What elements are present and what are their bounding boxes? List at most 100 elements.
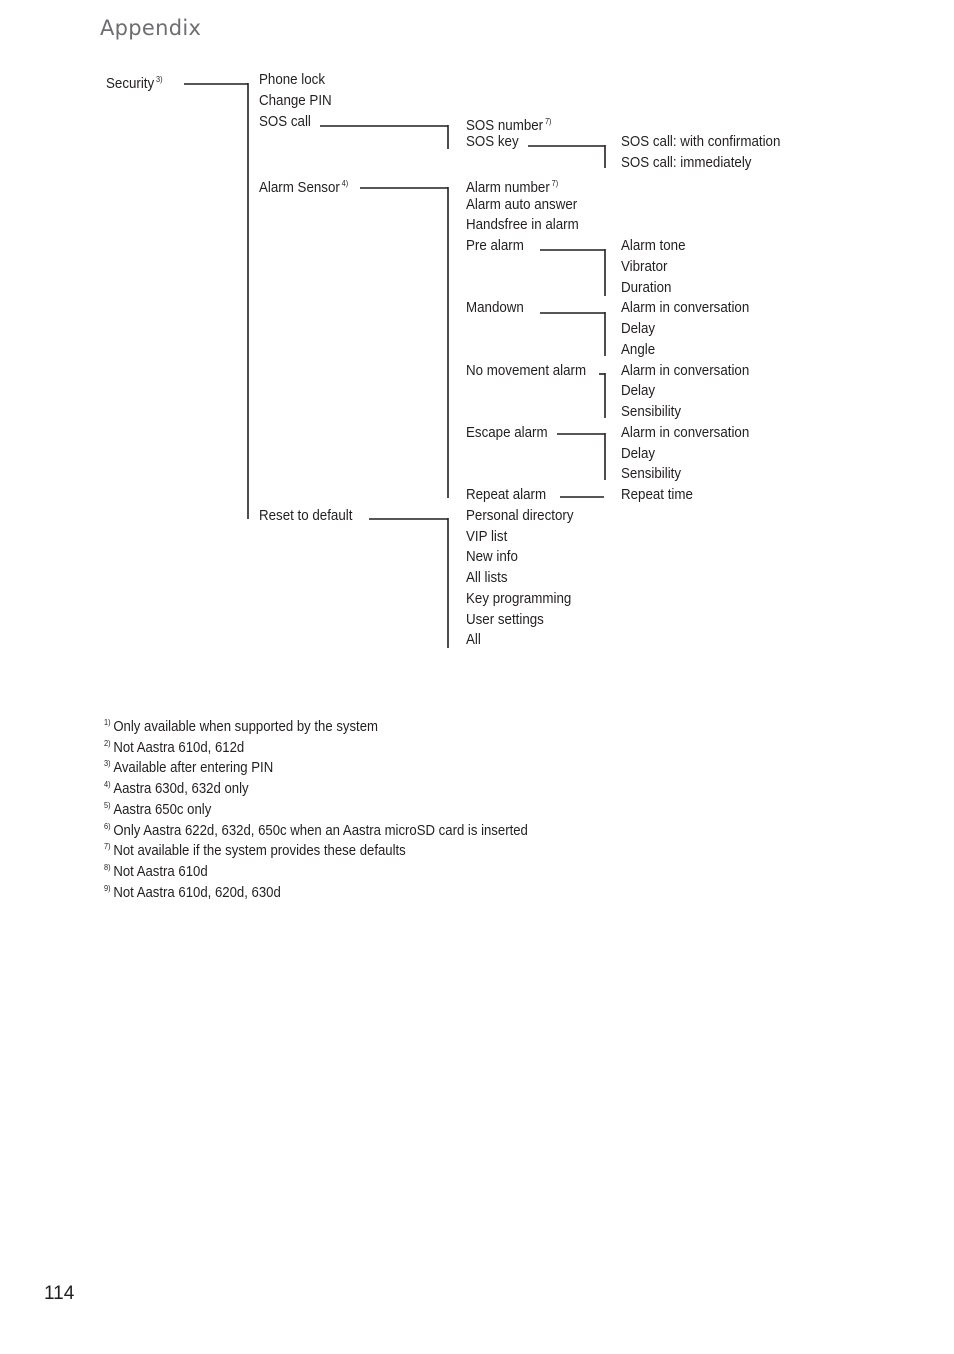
menu-item-label: Alarm tone bbox=[621, 238, 686, 254]
menu-item-level1: Alarm Sensor 4) bbox=[259, 175, 348, 197]
menu-item-label: Alarm Sensor bbox=[259, 179, 340, 196]
menu-item-label: Repeat time bbox=[621, 487, 693, 503]
menu-item-level1: Phone lock bbox=[259, 71, 325, 89]
menu-item-level1: SOS call bbox=[259, 113, 311, 131]
menu-item-reset-sub: VIP list bbox=[466, 528, 507, 546]
menu-item-pre-alarm-sub: Alarm tone bbox=[621, 237, 686, 255]
menu-item-reset-sub: New info bbox=[466, 548, 518, 566]
menu-item-sos-key-sub: SOS call: immediately bbox=[621, 154, 751, 172]
menu-item-label: Alarm in conversation bbox=[621, 300, 750, 317]
menu-item-level1: Change PIN bbox=[259, 92, 332, 110]
menu-item-label: Key programming bbox=[466, 590, 572, 607]
menu-item-label: No movement alarm bbox=[466, 362, 587, 379]
menu-item-label: New info bbox=[466, 549, 518, 566]
menu-item-security: Security 3) bbox=[106, 71, 163, 93]
menu-item-escape-sub: Delay bbox=[621, 445, 655, 463]
menu-item-mandown-sub: Delay bbox=[621, 320, 655, 338]
menu-item-escape-sub: Sensibility bbox=[621, 465, 681, 483]
menu-item-label: Personal directory bbox=[466, 507, 574, 524]
menu-item-label: Sensibility bbox=[621, 466, 682, 483]
menu-item-sos-call-sub: SOS number 7) bbox=[466, 113, 552, 135]
menu-item-label: Delay bbox=[621, 321, 656, 337]
footnote: 5) Aastra 650c only bbox=[104, 797, 211, 819]
footnote-mark: 4) bbox=[104, 780, 111, 790]
footnote-text: Not available if the system provides the… bbox=[113, 843, 406, 860]
footnote-ref: 7) bbox=[544, 116, 552, 126]
footnote-text: Only Aastra 622d, 632d, 650c when an Aas… bbox=[113, 822, 528, 839]
menu-item-label: Pre alarm bbox=[466, 238, 524, 254]
footnote-text: Available after entering PIN bbox=[113, 760, 274, 777]
page-title: Appendix bbox=[100, 16, 202, 40]
menu-item-label: SOS call: with confirmation bbox=[621, 134, 781, 151]
menu-item-alarm-sensor-sub: Alarm number 7) bbox=[466, 175, 558, 197]
menu-item-alarm-sensor-sub: Pre alarm bbox=[466, 237, 524, 255]
menu-item-label: Alarm in conversation bbox=[621, 424, 750, 441]
footnote: 3) Available after entering PIN bbox=[104, 755, 273, 777]
footnote: 6) Only Aastra 622d, 632d, 650c when an A… bbox=[104, 818, 528, 840]
menu-item-label: SOS key bbox=[466, 134, 519, 151]
menu-item-label: Reset to default bbox=[259, 507, 353, 524]
menu-item-reset-sub: Personal directory bbox=[466, 507, 574, 525]
menu-item-label: All bbox=[466, 632, 481, 649]
footnote-ref: 7) bbox=[551, 178, 559, 188]
menu-item-label: Vibrator bbox=[621, 258, 668, 275]
footnote-text: Not Aastra 610d, 620d, 630d bbox=[113, 884, 281, 901]
menu-item-sos-key-sub: SOS call: with confirmation bbox=[621, 133, 780, 151]
menu-item-label: Mandown bbox=[466, 300, 524, 317]
menu-item-label: Delay bbox=[621, 445, 656, 462]
menu-item-label: SOS number bbox=[466, 117, 544, 134]
menu-item-no-movement-sub: Alarm in conversation bbox=[621, 362, 749, 380]
footnote-mark: 2) bbox=[104, 738, 111, 748]
footnote-text: Not Aastra 610d, 612d bbox=[113, 739, 245, 756]
menu-item-reset-sub: All lists bbox=[466, 569, 508, 587]
menu-item-label: SOS call: immediately bbox=[621, 155, 752, 171]
footnote-text: Only available when supported by the sys… bbox=[113, 719, 378, 735]
footnote: 1) Only available when supported by the s… bbox=[104, 714, 378, 736]
menu-item-label: Security bbox=[106, 76, 155, 92]
menu-item-no-movement-sub: Sensibility bbox=[621, 403, 681, 421]
menu-item-alarm-sensor-sub: Mandown bbox=[466, 299, 524, 317]
menu-item-no-movement-sub: Delay bbox=[621, 382, 655, 400]
menu-item-label: Handsfree in alarm bbox=[466, 217, 579, 234]
menu-item-label: Repeat alarm bbox=[466, 487, 547, 503]
menu-item-reset-sub: User settings bbox=[466, 611, 544, 629]
footnote-text: Aastra 630d, 632d only bbox=[113, 781, 249, 798]
menu-item-label: Alarm auto answer bbox=[466, 196, 578, 213]
menu-item-label: All lists bbox=[466, 570, 508, 586]
footnote: 9) Not Aastra 610d, 620d, 630d bbox=[104, 880, 281, 902]
menu-item-pre-alarm-sub: Duration bbox=[621, 279, 671, 297]
menu-item-label: Phone lock bbox=[259, 72, 326, 88]
footnote-mark: 3) bbox=[104, 759, 111, 769]
menu-item-pre-alarm-sub: Vibrator bbox=[621, 258, 667, 276]
menu-item-label: Angle bbox=[621, 341, 656, 358]
menu-item-label: Duration bbox=[621, 279, 672, 296]
menu-item-reset-sub: All bbox=[466, 631, 481, 649]
menu-item-label: Alarm number bbox=[466, 179, 550, 196]
menu-item-alarm-sensor-sub: Alarm auto answer bbox=[466, 196, 577, 214]
menu-item-label: Change PIN bbox=[259, 92, 332, 109]
footnote-ref: 3) bbox=[156, 75, 163, 84]
footnote-mark: 1) bbox=[104, 718, 111, 727]
menu-item-alarm-sensor-sub: Handsfree in alarm bbox=[466, 216, 579, 234]
menu-item-alarm-sensor-sub: Repeat alarm bbox=[466, 486, 546, 504]
footnote-mark: 5) bbox=[104, 800, 111, 810]
menu-item-label: VIP list bbox=[466, 528, 508, 545]
menu-item-label: Delay bbox=[621, 383, 656, 400]
menu-item-alarm-sensor-sub: Escape alarm bbox=[466, 424, 548, 442]
menu-item-mandown-sub: Alarm in conversation bbox=[621, 299, 749, 317]
menu-item-reset-sub: Key programming bbox=[466, 590, 571, 608]
menu-item-label: Alarm in conversation bbox=[621, 362, 750, 379]
footnote-ref: 4) bbox=[341, 178, 349, 188]
menu-item-label: User settings bbox=[466, 611, 544, 628]
menu-item-label: SOS call bbox=[259, 113, 311, 130]
menu-item-label: Sensibility bbox=[621, 404, 682, 420]
menu-item-alarm-sensor-sub: No movement alarm bbox=[466, 362, 586, 380]
menu-item-level1: Reset to default bbox=[259, 507, 352, 525]
footnote-mark: 6) bbox=[104, 821, 111, 831]
menu-item-escape-sub: Alarm in conversation bbox=[621, 424, 749, 442]
footnote: 2) Not Aastra 610d, 612d bbox=[104, 735, 244, 757]
footnote: 8) Not Aastra 610d bbox=[104, 859, 208, 881]
page-number: 114 bbox=[44, 1283, 75, 1304]
menu-item-repeat-sub: Repeat time bbox=[621, 486, 693, 504]
footnote: 4) Aastra 630d, 632d only bbox=[104, 776, 249, 798]
